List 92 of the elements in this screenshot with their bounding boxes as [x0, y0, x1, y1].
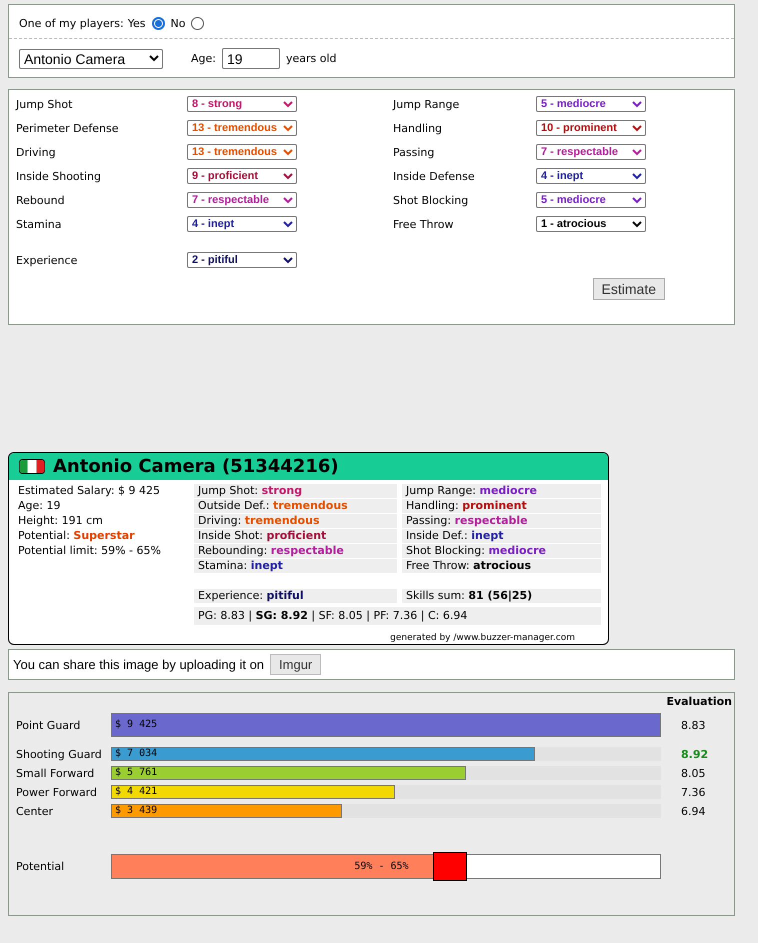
position-label: Shooting Guard [16, 748, 103, 760]
caret-icon [283, 148, 293, 156]
info-line: Estimated Salary: $ 9 425 [18, 484, 162, 498]
potential-fill: 59% - 65% [112, 855, 433, 878]
salary-bar: $ 7 034 [111, 747, 534, 761]
skill-label: Inside Shooting [16, 170, 102, 182]
stat-cell: Rebounding: respectable [194, 544, 397, 558]
option-label: Yes [128, 17, 146, 30]
caret-icon [283, 172, 293, 180]
skill-label: Handling [393, 122, 444, 134]
salary-bar: $ 9 425 [111, 713, 661, 737]
stat-cell: Free Throw: atrocious [402, 559, 601, 573]
skill-label: Driving [16, 146, 57, 158]
stat-cell: Inside Shot: proficient [194, 529, 397, 543]
radio-button[interactable] [152, 17, 164, 30]
estimate-button[interactable]: Estimate [592, 278, 665, 300]
position-label: Potential [16, 860, 66, 873]
skill-label: Shot Blocking [393, 194, 470, 206]
stat-cell: Jump Range: mediocre [402, 484, 601, 498]
stat-cell: Stamina: inept [194, 559, 397, 573]
age-label: Age: [191, 52, 216, 65]
skill-dropdown[interactable]: 10 - prominent [536, 120, 646, 136]
skill-label: Inside Defense [393, 170, 476, 182]
evaluation-value: 8.83 [680, 718, 706, 732]
stat-cell: Handling: prominent [402, 499, 601, 513]
stat-cell: Skills sum: 81 (56|25) [402, 589, 601, 603]
caret-icon [149, 55, 159, 62]
info-line: Age: 19 [18, 499, 62, 513]
skill-label: Passing [393, 146, 436, 158]
flag-icon [19, 459, 45, 474]
skill-dropdown[interactable]: 4 - inept [536, 168, 646, 184]
caret-icon [632, 124, 642, 132]
position-label: Power Forward [16, 786, 98, 798]
skill-label: Stamina [16, 218, 63, 230]
caret-icon [632, 220, 642, 228]
stat-cell: Outside Def.: tremendous [194, 499, 397, 513]
skill-dropdown[interactable]: 7 - respectable [536, 144, 646, 160]
skill-dropdown[interactable]: 2 - pitiful [187, 252, 297, 268]
evaluation-value: 7.36 [680, 786, 706, 798]
evaluation-value: 6.94 [680, 804, 706, 818]
player-dropdown[interactable]: Antonio Camera [19, 48, 163, 68]
stat-cell: Inside Def.: inept [402, 529, 601, 543]
skill-dropdown[interactable]: 13 - tremendous [187, 144, 297, 160]
upload-button[interactable]: Imgur [270, 654, 322, 675]
position-label: Center [16, 804, 54, 818]
option-label: No [170, 17, 186, 30]
stat-cell: Experience: pitiful [194, 589, 397, 603]
skill-label: Jump Range [393, 98, 460, 110]
caret-icon [283, 196, 293, 204]
skill-dropdown[interactable]: 13 - tremendous [187, 120, 297, 136]
share-text: You can share this image by uploading it on [13, 657, 264, 672]
stat-cell: Driving: tremendous [194, 514, 397, 528]
skill-label: Jump Shot [16, 98, 74, 110]
skill-dropdown[interactable]: 8 - strong [187, 96, 297, 112]
caret-icon [632, 148, 642, 156]
caret-icon [283, 100, 293, 108]
salary-bar: $ 3 439 [111, 804, 342, 818]
caret-icon [283, 256, 293, 264]
caret-icon [283, 220, 293, 228]
radio-label: One of my players: [19, 17, 124, 30]
player-name: Antonio Camera (51344216) [53, 456, 339, 477]
position-label: Point Guard [16, 718, 82, 732]
caret-icon [632, 196, 642, 204]
skill-dropdown[interactable]: 9 - proficient [187, 168, 297, 184]
skill-label: Rebound [16, 194, 66, 206]
salary-bar: $ 4 421 [111, 785, 395, 799]
skill-dropdown[interactable]: 1 - atrocious [536, 216, 646, 232]
credit-text: generated by /www.buzzer-manager.com [389, 632, 576, 644]
age-field[interactable]: 19 [222, 48, 280, 69]
info-line: Potential: Superstar [18, 529, 136, 543]
stat-cell: Shot Blocking: mediocre [402, 544, 601, 558]
column-header: Evaluation [666, 695, 732, 708]
skill-dropdown[interactable]: 5 - mediocre [536, 96, 646, 112]
caret-icon [632, 172, 642, 180]
skill-dropdown[interactable]: 5 - mediocre [536, 192, 646, 208]
skill-dropdown[interactable]: 7 - respectable [187, 192, 297, 208]
salary-bar: $ 5 761 [111, 766, 466, 780]
caret-icon [283, 124, 293, 132]
stat-cell: Passing: respectable [402, 514, 601, 528]
info-line: Potential limit: 59% - 65% [18, 544, 162, 558]
evaluation-value: 8.05 [680, 766, 706, 780]
info-line: Height: 191 cm [18, 514, 104, 528]
position-label: Small Forward [16, 766, 96, 780]
evaluation-value: 8.92 [680, 748, 710, 760]
unit-label: years old [286, 52, 337, 65]
radio-button[interactable] [191, 17, 204, 30]
caret-icon [632, 100, 642, 108]
skill-label: Free Throw [393, 218, 455, 230]
skill-label: Perimeter Defense [16, 122, 120, 134]
stat-cell: Jump Shot: strong [194, 484, 397, 498]
skill-label: Experience [16, 254, 78, 266]
skill-dropdown[interactable]: 4 - inept [187, 216, 297, 232]
